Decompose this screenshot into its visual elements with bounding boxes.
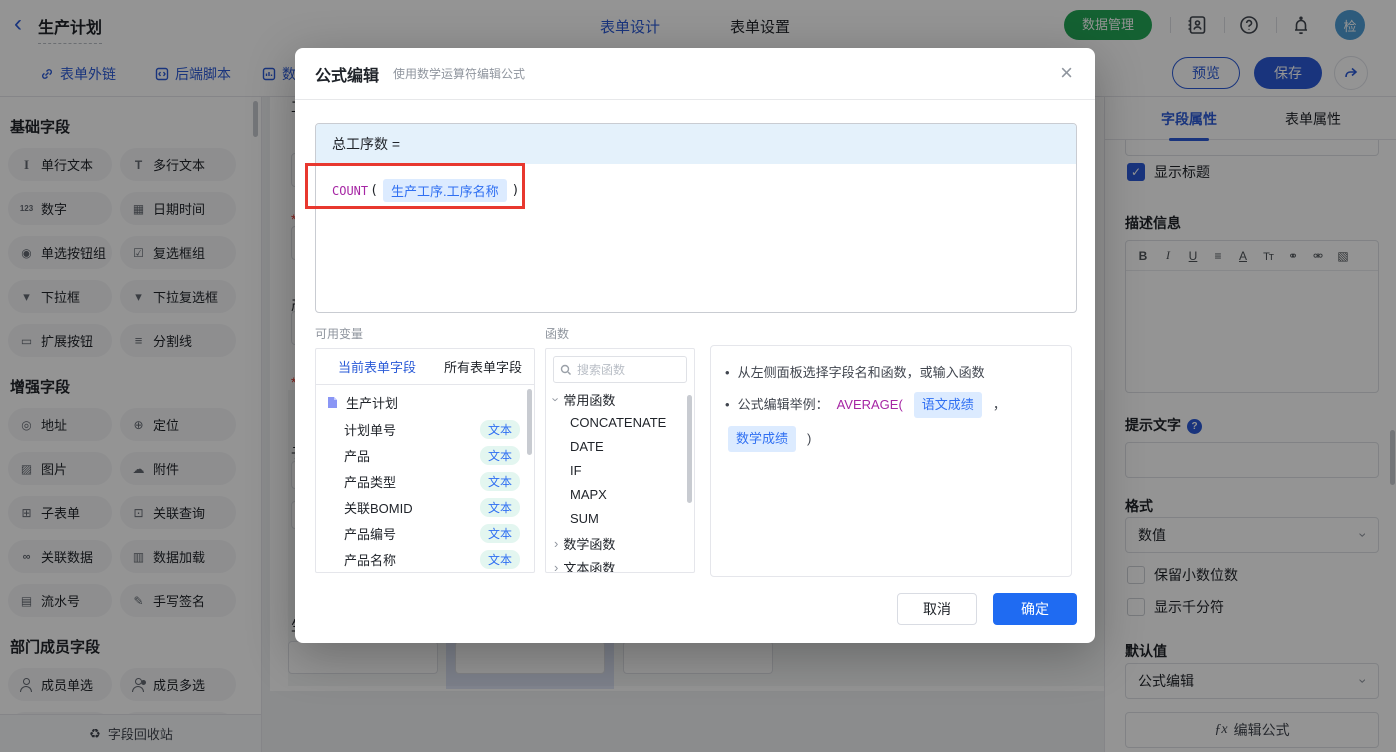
example-close-paren: ) [807, 431, 812, 446]
functions-scrollbar[interactable] [687, 395, 692, 503]
help-example-prefix: 公式编辑举例： [737, 397, 829, 412]
variable-row[interactable]: 产品编号 文本 [316, 520, 534, 546]
variables-list: 计划单号 文本 产品 文本 产品类型 文本 关联BOMID 文本 产品编号 文本… [316, 416, 534, 572]
function-group: › › 常用函数 CONCATENATEDATEIFMAPXSUM [546, 387, 694, 531]
formula-help-panel: • 从左侧面板选择字段名和函数，或输入函数 • 公式编辑举例： AVERAGE(… [710, 345, 1072, 577]
variable-type-tag: 文本 [479, 419, 520, 439]
field-chip[interactable]: 生产工序.工序名称 [382, 179, 507, 202]
variables-panel: 当前表单字段 所有表单字段 生产计划 计划单号 文本 产品 文本 产品类型 文本… [315, 348, 535, 573]
close-icon[interactable]: × [1060, 62, 1073, 84]
function-item[interactable]: SUM [546, 507, 694, 531]
functions-panel: › › 常用函数 CONCATENATEDATEIFMAPXSUM › › 数学… [545, 348, 695, 573]
variable-type-tag: 文本 [479, 497, 520, 517]
formula-function: COUNT [332, 183, 369, 198]
function-item[interactable]: IF [546, 459, 694, 483]
variable-type-tag: 文本 [479, 549, 520, 569]
variables-tree-root[interactable]: 生产计划 [316, 385, 534, 416]
document-icon [328, 397, 337, 408]
variable-name: 产品编号 [344, 526, 397, 542]
bullet-icon: • [725, 397, 730, 412]
function-group: › › 数学函数 [546, 531, 694, 555]
chevron-right-icon: › [554, 535, 559, 551]
functions-label: 函数 [545, 327, 570, 341]
close-paren: ) [511, 183, 520, 198]
variable-name: 计划单号 [344, 422, 397, 438]
formula-editor-modal: 公式编辑 使用数学运算符编辑公式 × 总工序数 = COUNT ( 生产工序.工… [295, 48, 1095, 643]
formula-editor[interactable]: 总工序数 = COUNT ( 生产工序.工序名称 ) [315, 123, 1077, 313]
function-item[interactable]: CONCATENATE [546, 411, 694, 435]
example-chip: 语文成绩 [913, 392, 982, 418]
tab-current-form-fields[interactable]: 当前表单字段 [338, 357, 416, 376]
variable-row[interactable]: 关联BOMID 文本 [316, 494, 534, 520]
function-group-header[interactable]: › › 数学函数 [546, 531, 694, 555]
modal-title: 公式编辑 [315, 67, 380, 85]
variable-row[interactable]: 产品类型 文本 [316, 468, 534, 494]
variable-row[interactable]: 产品名称 文本 [316, 546, 534, 572]
help-tip: 从左侧面板选择字段名和函数，或输入函数 [737, 365, 985, 380]
function-items: CONCATENATE DATE IF MAPX SUM [546, 411, 694, 531]
function-group-header[interactable]: › › 文本函数 [546, 555, 694, 573]
function-search[interactable] [553, 356, 687, 383]
chevron-right-icon: › [554, 559, 559, 573]
formula-target: 总工序数 = [316, 124, 1076, 164]
function-group-name: 数学函数 [563, 536, 616, 552]
function-item[interactable]: DATE [546, 435, 694, 459]
function-group-name: 文本函数 [563, 560, 616, 573]
variable-name: 产品 [344, 448, 371, 464]
modal-subtitle: 使用数学运算符编辑公式 [393, 67, 526, 81]
modal-header: 公式编辑 使用数学运算符编辑公式 × [295, 48, 1095, 100]
bullet-icon: • [725, 365, 730, 380]
function-search-input[interactable] [577, 362, 677, 377]
open-paren: ( [370, 183, 378, 198]
confirm-button[interactable]: 确定 [993, 593, 1077, 625]
variables-scrollbar[interactable] [527, 389, 532, 455]
function-group-name: 常用函数 [563, 392, 616, 408]
cancel-button[interactable]: 取消 [897, 593, 977, 625]
search-icon [560, 364, 571, 375]
chevron-down-icon: › [548, 396, 564, 402]
variable-name: 产品类型 [344, 474, 397, 490]
example-comma: ， [992, 397, 1006, 412]
tree-root-label: 生产计划 [346, 396, 399, 411]
function-group-header[interactable]: › › 常用函数 [546, 387, 694, 411]
formula-expression[interactable]: COUNT ( 生产工序.工序名称 ) [316, 164, 1076, 217]
variable-row[interactable]: 产品 文本 [316, 442, 534, 468]
tab-all-form-fields[interactable]: 所有表单字段 [444, 357, 522, 376]
variables-label: 可用变量 [315, 327, 364, 341]
example-function: AVERAGE( [836, 397, 903, 412]
function-item[interactable]: MAPX [546, 483, 694, 507]
variable-row[interactable]: 计划单号 文本 [316, 416, 534, 442]
variable-type-tag: 文本 [479, 445, 520, 465]
variable-type-tag: 文本 [479, 523, 520, 543]
function-groups: › › 常用函数 CONCATENATEDATEIFMAPXSUM › › 数学… [546, 387, 694, 573]
variables-tabs: 当前表单字段 所有表单字段 [316, 349, 534, 385]
example-chip: 数学成绩 [728, 426, 797, 452]
variable-name: 关联BOMID [344, 500, 413, 516]
function-group: › › 文本函数 [546, 555, 694, 573]
variable-type-tag: 文本 [479, 471, 520, 491]
modal-footer: 取消 确定 [897, 593, 1077, 625]
variable-name: 产品名称 [344, 552, 397, 568]
